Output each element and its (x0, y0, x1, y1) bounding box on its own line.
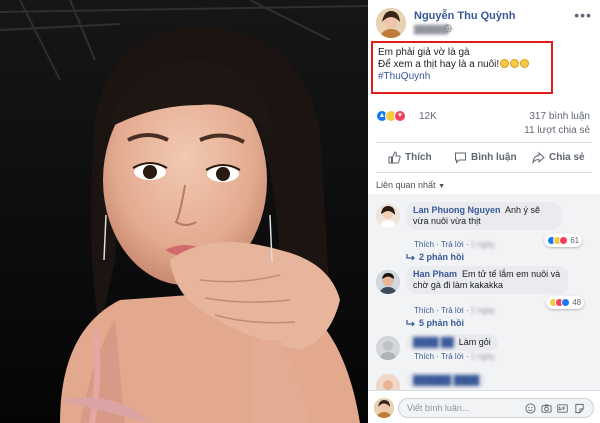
comment-actions: Thích · Trả lời · 1 ngày (414, 352, 495, 361)
commenter-name[interactable]: Han Pham (413, 269, 457, 279)
comment-item: ██████ ████ (376, 370, 592, 398)
photo-viewer: Nguyễn Thu Quỳnh ██████ ▪ ••• Em phải gi… (0, 0, 600, 423)
comments-list: Lan Phuong Nguyen Anh ý sẽ vừa nuôi vừa … (368, 194, 600, 398)
comment-sort-dropdown[interactable]: Liên quan nhất ▼ (376, 180, 445, 190)
laughing-emoji-icon (510, 59, 520, 68)
laughing-emoji-icon (500, 59, 510, 68)
comment-reaction-count: 48 (572, 298, 582, 307)
author-name[interactable]: Nguyễn Thu Quỳnh (414, 10, 515, 22)
share-count[interactable]: 11 lượt chia sẻ (524, 125, 590, 136)
commenter-name[interactable]: Lan Phuong Nguyen (413, 205, 501, 215)
comment-text: Làm gỏi (458, 337, 491, 347)
post-photo[interactable] (0, 0, 368, 423)
reply-arrow-icon (406, 320, 415, 327)
comment-actions: Thích · Trả lời · 1 ngày (414, 240, 495, 249)
divider (376, 172, 592, 173)
author-avatar[interactable] (376, 8, 406, 38)
view-replies-link[interactable]: 5 phản hồi (406, 318, 464, 328)
comment-reactions[interactable]: 48 (546, 296, 585, 309)
laughing-emoji-icon (520, 59, 530, 68)
comment-count[interactable]: 317 bình luận (529, 111, 590, 122)
more-options-icon[interactable]: ••• (574, 8, 592, 22)
commenter-name-blurred: ██████ ████ (413, 375, 480, 385)
divider (376, 142, 592, 143)
comment-time-blurred: 1 ngày (470, 306, 495, 315)
share-icon (532, 151, 545, 164)
comment-composer: Viết bình luận... (368, 390, 600, 423)
comment-label: Bình luận (471, 152, 517, 163)
selfie-image (0, 0, 368, 423)
comment-bubble: ████ ██ Làm gỏi (406, 334, 498, 351)
current-user-avatar (374, 398, 394, 418)
like-reaction-icon (561, 298, 570, 307)
emoji-icon[interactable] (525, 403, 536, 414)
comment-reply-link[interactable]: Trả lời (441, 240, 464, 249)
love-reaction-icon: ♥ (394, 110, 406, 122)
post-hashtag[interactable]: #ThuQuynh (378, 71, 546, 83)
globe-icon (443, 24, 452, 33)
reply-arrow-icon (406, 254, 415, 261)
reaction-count[interactable]: 12K (419, 111, 437, 122)
sticker-icon[interactable] (574, 403, 585, 414)
comment-item: Han Pham Em tử tế lắm em nuôi và chờ gà … (376, 266, 592, 326)
post-text-highlighted: Em phải giả vờ là gà Để xem a thịt hay l… (371, 41, 553, 94)
post-text-line-1: Em phải giả vờ là gà (378, 47, 470, 58)
comment-item: Lan Phuong Nguyen Anh ý sẽ vừa nuôi vừa … (376, 200, 592, 260)
gif-icon[interactable] (557, 403, 568, 414)
comment-time-blurred: 1 ngày (470, 352, 495, 361)
comment-like-link[interactable]: Thích (414, 352, 434, 361)
comment-reply-link[interactable]: Trả lời (441, 306, 464, 315)
comment-reaction-count: 61 (570, 236, 580, 245)
comment-input-placeholder: Viết bình luận... (407, 403, 470, 413)
love-reaction-icon (559, 236, 568, 245)
comment-icon (455, 152, 466, 164)
post-text-line-2: Để xem a thịt hay là a nuôi! (378, 59, 546, 71)
chevron-down-icon: ▼ (438, 183, 446, 190)
commenter-avatar[interactable] (376, 270, 400, 294)
comment-actions: Thích · Trả lời · 1 ngày (414, 306, 495, 315)
commenter-name-blurred: ████ ██ (413, 337, 454, 347)
commenter-avatar[interactable] (376, 204, 400, 228)
comment-like-link[interactable]: Thích (414, 240, 434, 249)
comment-bubble: Han Pham Em tử tế lắm em nuôi và chờ gà … (406, 266, 568, 294)
comment-time-blurred: 1 ngày (470, 240, 495, 249)
comment-bubble: ██████ ████ (406, 372, 487, 389)
like-label: Thích (405, 152, 432, 163)
commenter-avatar[interactable] (376, 336, 400, 360)
comment-bubble: Lan Phuong Nguyen Anh ý sẽ vừa nuôi vừa … (406, 202, 562, 230)
comment-item: ████ ██ Làm gỏi Thích · Trả lời · 1 ngày (376, 332, 592, 366)
camera-icon[interactable] (541, 403, 552, 414)
view-replies-link[interactable]: 2 phản hồi (406, 252, 464, 262)
post-side-panel: Nguyễn Thu Quỳnh ██████ ▪ ••• Em phải gi… (368, 0, 600, 423)
share-label: Chia sẻ (549, 152, 585, 163)
post-action-bar: Thích Bình luận Chia sẻ (376, 148, 592, 170)
comment-reply-link[interactable]: Trả lời (441, 352, 464, 361)
sort-label: Liên quan nhất (376, 180, 436, 190)
reactions-summary[interactable]: ▲ ♥ 12K 317 bình luận 11 lượt chia sẻ (376, 110, 592, 140)
post-header: Nguyễn Thu Quỳnh ██████ ▪ ••• (376, 8, 592, 38)
comment-reactions[interactable]: 61 (544, 234, 583, 247)
comment-like-link[interactable]: Thích (414, 306, 434, 315)
like-icon (388, 151, 401, 164)
comment-input[interactable]: Viết bình luận... (398, 398, 594, 418)
